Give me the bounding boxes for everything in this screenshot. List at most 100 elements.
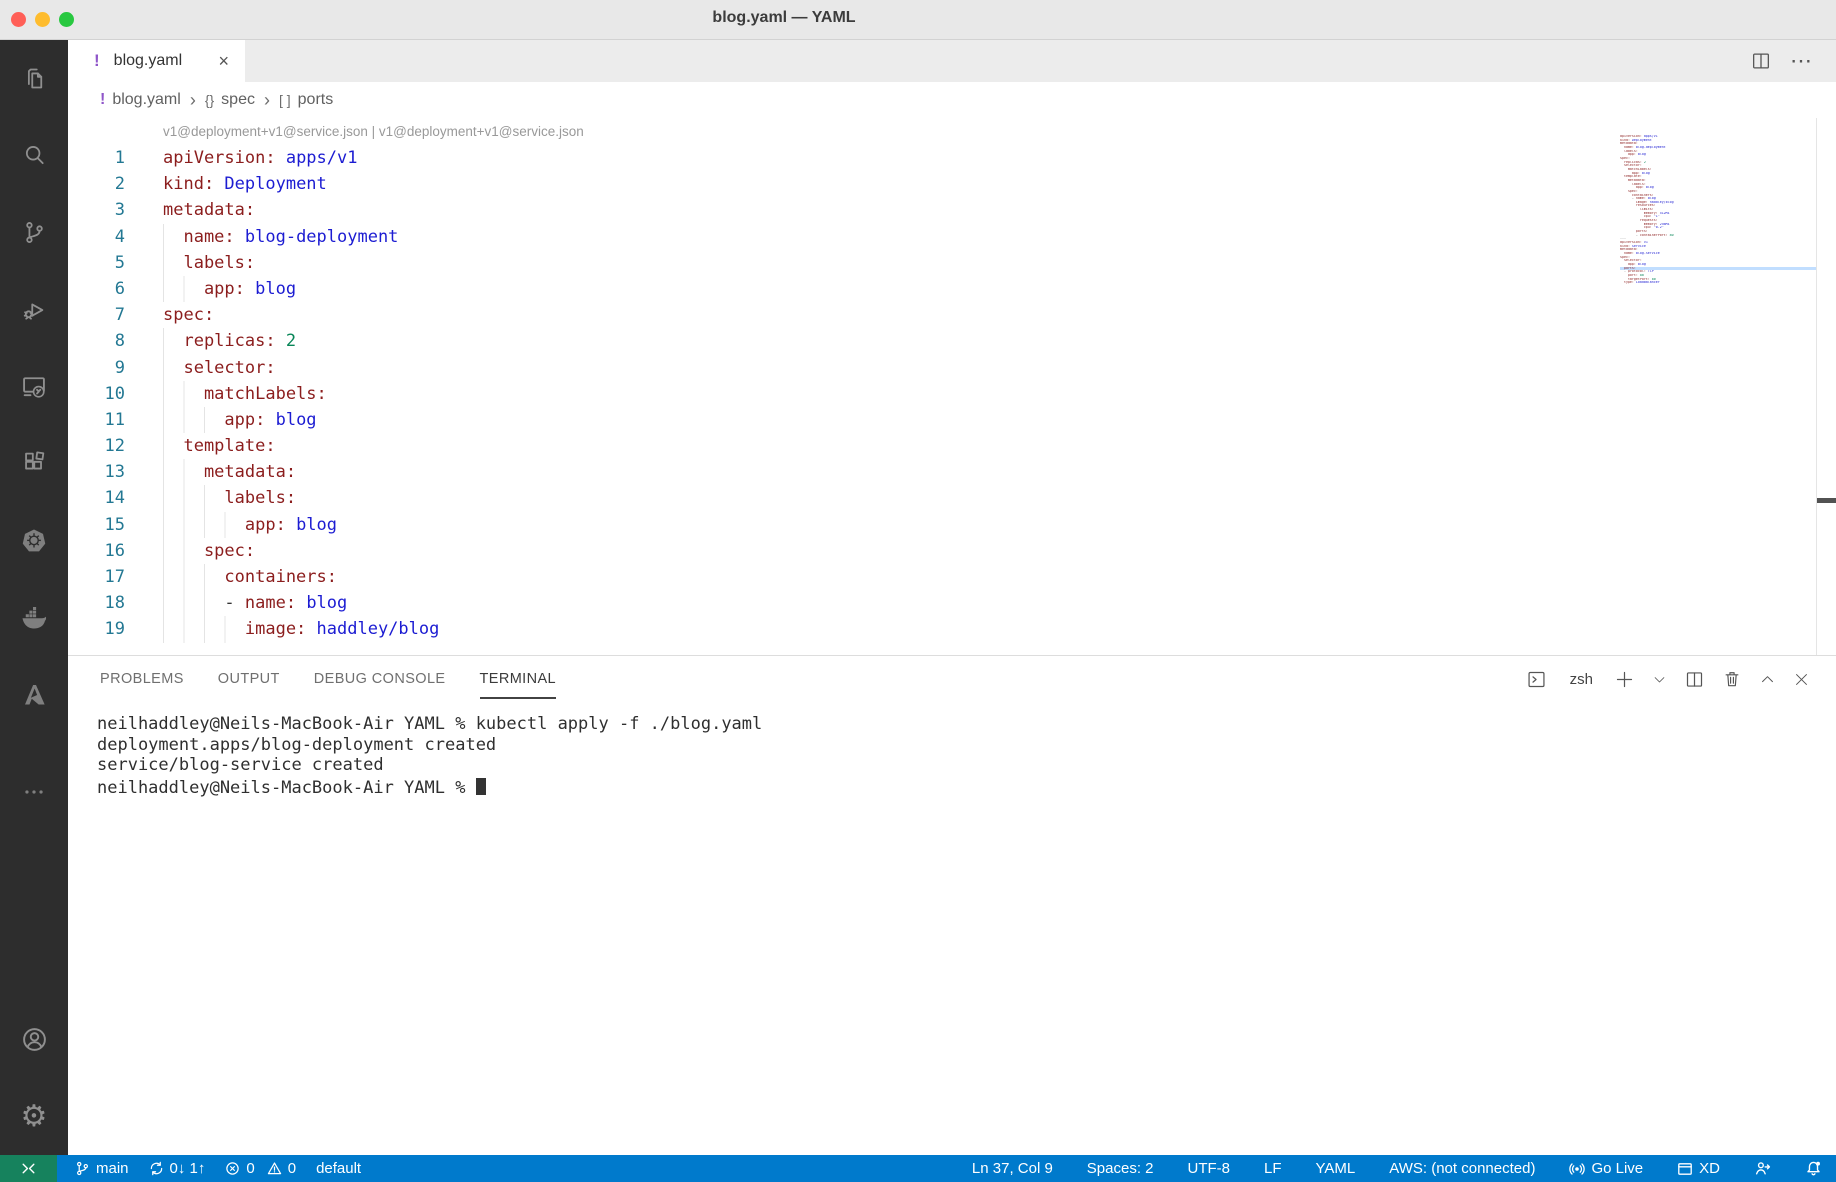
breadcrumb-item-ports[interactable]: [ ]ports: [279, 91, 333, 109]
editor-line[interactable]: 2kind: Deployment: [68, 171, 1836, 197]
editor-line[interactable]: 15 app: blog: [68, 512, 1836, 538]
sidebar-item-azure[interactable]: [0, 656, 68, 733]
sidebar-item-extensions[interactable]: [0, 425, 68, 502]
editor-lines: 1apiVersion: apps/v12kind: Deployment3me…: [68, 145, 1836, 643]
overview-ruler-cursor-mark: [1817, 498, 1836, 503]
terminal-output[interactable]: neilhaddley@Neils-MacBook-Air YAML % kub…: [68, 702, 1836, 1155]
codelens-link[interactable]: v1@deployment+v1@service.json | v1@deplo…: [163, 118, 1836, 145]
line-number: 6: [68, 276, 125, 302]
editor-line[interactable]: 18 - name: blog: [68, 590, 1836, 616]
breadcrumb-item-spec[interactable]: {}spec: [205, 91, 255, 109]
line-number: 11: [68, 407, 125, 433]
maximize-panel-button[interactable]: [1759, 671, 1776, 688]
gear-icon: ⚙: [21, 1102, 48, 1132]
warnings-icon: [267, 1161, 282, 1176]
profile-status[interactable]: default: [316, 1160, 361, 1177]
aws-status[interactable]: AWS: (not connected): [1389, 1160, 1535, 1177]
sidebar-item-run-and-debug[interactable]: [0, 271, 68, 348]
terminal-dropdown-button[interactable]: [1652, 672, 1667, 687]
tab-blog-yaml[interactable]: ! blog.yaml ×: [68, 40, 245, 82]
line-number: 5: [68, 250, 125, 276]
kubernetes-icon: [19, 526, 49, 556]
panel-tab-problems[interactable]: PROBLEMS: [100, 659, 184, 699]
close-panel-button[interactable]: [1793, 671, 1810, 688]
more-actions-icon: [21, 779, 47, 805]
line-number: 7: [68, 302, 125, 328]
editor[interactable]: v1@deployment+v1@service.json | v1@deplo…: [68, 118, 1836, 655]
editor-line[interactable]: 16 spec:: [68, 538, 1836, 564]
overview-ruler[interactable]: [1816, 118, 1836, 655]
terminal-shell-button[interactable]: [1526, 669, 1547, 690]
editor-line[interactable]: 7spec:: [68, 302, 1836, 328]
notifications-button[interactable]: [1805, 1160, 1822, 1177]
sidebar-item-kubernetes[interactable]: [0, 502, 68, 579]
line-number: 19: [68, 616, 125, 642]
trash-icon: [1722, 669, 1742, 689]
tab-close-icon[interactable]: ×: [216, 51, 231, 72]
sync-status[interactable]: 0↓ 1↑: [149, 1160, 206, 1177]
split-editor-button[interactable]: [1750, 50, 1772, 72]
indentation-status[interactable]: Spaces: 2: [1087, 1160, 1154, 1177]
panel-tab-terminal[interactable]: TERMINAL: [480, 659, 557, 699]
minimap-lines: apiVersion: apps/v1kind: Deploymentmetad…: [1620, 135, 1816, 285]
line-number: 14: [68, 485, 125, 511]
editor-line[interactable]: 14 labels:: [68, 485, 1836, 511]
split-terminal-icon: [1684, 669, 1705, 690]
files-icon: [21, 65, 48, 92]
sidebar-item-accounts[interactable]: [0, 1001, 68, 1078]
close-window-button[interactable]: [11, 12, 26, 27]
sidebar-item-settings[interactable]: ⚙: [0, 1078, 68, 1155]
split-terminal-button[interactable]: [1684, 669, 1705, 690]
branch-status[interactable]: main: [75, 1160, 129, 1177]
breadcrumb-separator: ›: [190, 90, 196, 111]
xd-status[interactable]: XD: [1677, 1160, 1720, 1177]
go-live-button[interactable]: Go Live: [1569, 1160, 1643, 1177]
sidebar-item-source-control[interactable]: [0, 194, 68, 271]
sidebar-item-explorer[interactable]: [0, 40, 68, 117]
editor-line[interactable]: 10 matchLabels:: [68, 381, 1836, 407]
editor-line[interactable]: 11 app: blog: [68, 407, 1836, 433]
sidebar-item-search[interactable]: [0, 117, 68, 194]
editor-line[interactable]: 9 selector:: [68, 355, 1836, 381]
title-bar: blog.yaml — YAML: [0, 0, 1836, 40]
editor-line[interactable]: 19 image: haddley/blog: [68, 616, 1836, 642]
editor-more-actions-button[interactable]: ⋯: [1790, 48, 1814, 74]
language-mode-status[interactable]: YAML: [1316, 1160, 1356, 1177]
editor-line[interactable]: 13 metadata:: [68, 459, 1836, 485]
extensions-icon: [21, 450, 48, 477]
minimize-window-button[interactable]: [35, 12, 50, 27]
feedback-button[interactable]: [1754, 1160, 1771, 1177]
layout-icon: [1677, 1161, 1693, 1177]
sidebar-item-remote-explorer[interactable]: [0, 348, 68, 425]
new-terminal-button[interactable]: [1614, 669, 1635, 690]
encoding-status[interactable]: UTF-8: [1188, 1160, 1231, 1177]
editor-line[interactable]: 5 labels:: [68, 250, 1836, 276]
run-debug-icon: [21, 296, 48, 323]
sync-icon: [149, 1161, 164, 1176]
bottom-panel: PROBLEMS OUTPUT DEBUG CONSOLE TERMINAL zsh: [68, 655, 1836, 1155]
zoom-window-button[interactable]: [59, 12, 74, 27]
eol-status[interactable]: LF: [1264, 1160, 1282, 1177]
sidebar-item-docker[interactable]: [0, 579, 68, 656]
editor-line[interactable]: 17 containers:: [68, 564, 1836, 590]
activity-bar: ⚙: [0, 40, 68, 1155]
line-number: 18: [68, 590, 125, 616]
panel-tab-debug-console[interactable]: DEBUG CONSOLE: [314, 659, 446, 699]
line-number: 10: [68, 381, 125, 407]
cursor-position-status[interactable]: Ln 37, Col 9: [972, 1160, 1053, 1177]
editor-line[interactable]: 4 name: blog-deployment: [68, 224, 1836, 250]
remote-indicator-button[interactable]: [0, 1155, 57, 1182]
kill-terminal-button[interactable]: [1722, 669, 1742, 689]
problems-status[interactable]: 0 0: [225, 1160, 296, 1177]
shell-name[interactable]: zsh: [1570, 671, 1593, 688]
editor-line[interactable]: 1apiVersion: apps/v1: [68, 145, 1836, 171]
breadcrumb-item-blog-yaml[interactable]: !blog.yaml: [100, 91, 181, 109]
editor-line[interactable]: 3metadata:: [68, 197, 1836, 223]
minimap[interactable]: apiVersion: apps/v1kind: Deploymentmetad…: [1620, 135, 1816, 285]
editor-line[interactable]: 6 app: blog: [68, 276, 1836, 302]
editor-line[interactable]: 8 replicas: 2: [68, 328, 1836, 354]
sidebar-item-more-actions[interactable]: [0, 753, 68, 830]
panel-tab-output[interactable]: OUTPUT: [218, 659, 280, 699]
editor-line[interactable]: 12 template:: [68, 433, 1836, 459]
azure-icon: [19, 680, 49, 710]
